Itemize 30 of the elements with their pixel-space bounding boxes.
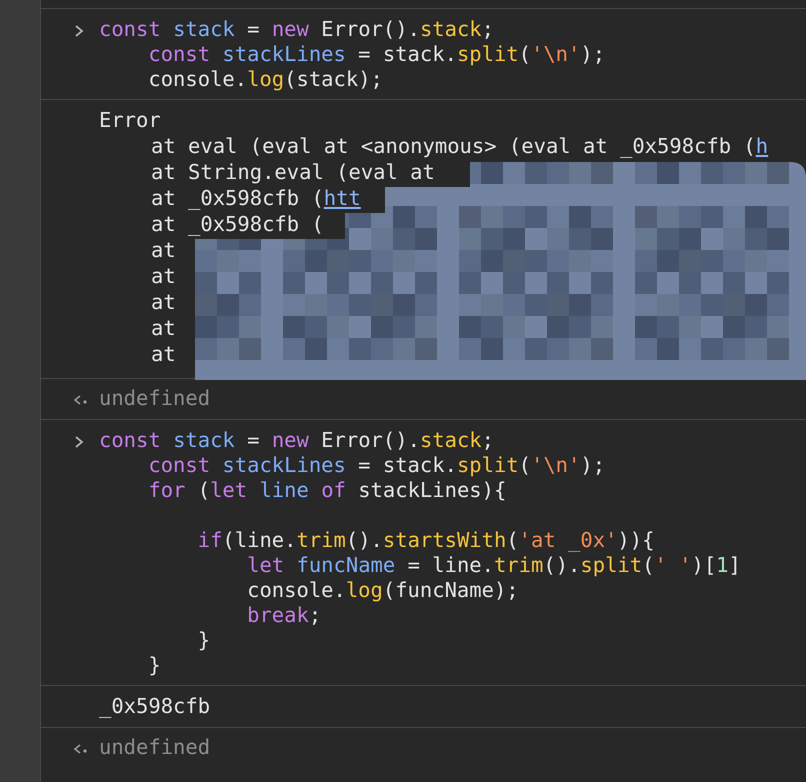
code-line: for (let line of stackLines){ — [147, 478, 508, 503]
code-line: const stack = new Error().stack; — [99, 17, 495, 42]
code-line: if(line.trim().startsWith('at _0x')){ — [196, 527, 656, 553]
stack-frame-line: at — [150, 341, 177, 367]
stack-frame-line: at _0x598cfb ( — [150, 211, 325, 237]
return-arrow-icon — [73, 742, 89, 756]
code-line: const stackLines = stack.split('\n'); — [147, 453, 606, 478]
stack-frame-line: at — [150, 263, 177, 289]
return-value: undefined — [99, 735, 212, 760]
prompt-chevron-icon — [74, 24, 84, 38]
code-line: } — [147, 653, 162, 678]
return-value: undefined — [99, 386, 212, 411]
code-line: console.log(stack); — [147, 67, 384, 92]
code-line: } — [196, 628, 212, 653]
stack-frame-line: at eval (eval at <anonymous> (eval at _0x598cfb (h — [150, 133, 770, 159]
link[interactable]: htt — [324, 186, 361, 210]
code-line: console.log(funcName); — [246, 578, 520, 603]
code-line: const stack = new Error().stack; — [99, 428, 495, 453]
stack-frame-line: at — [150, 289, 177, 315]
code-line: let funcName = line.trim().split(' ')[1] — [246, 553, 742, 578]
log-output: _0x598cfb — [99, 694, 212, 719]
stack-frame-line: at — [150, 237, 177, 263]
stack-frame-line: at String.eval (eval at — [150, 159, 436, 185]
link[interactable]: h — [756, 134, 768, 158]
stack-frame-line: at — [150, 315, 177, 341]
prompt-chevron-icon — [74, 435, 84, 449]
code-line: const stackLines = stack.split('\n'); — [147, 42, 606, 67]
code-line: break; — [246, 603, 322, 628]
error-message: Error — [99, 107, 162, 133]
return-arrow-icon — [73, 393, 89, 407]
